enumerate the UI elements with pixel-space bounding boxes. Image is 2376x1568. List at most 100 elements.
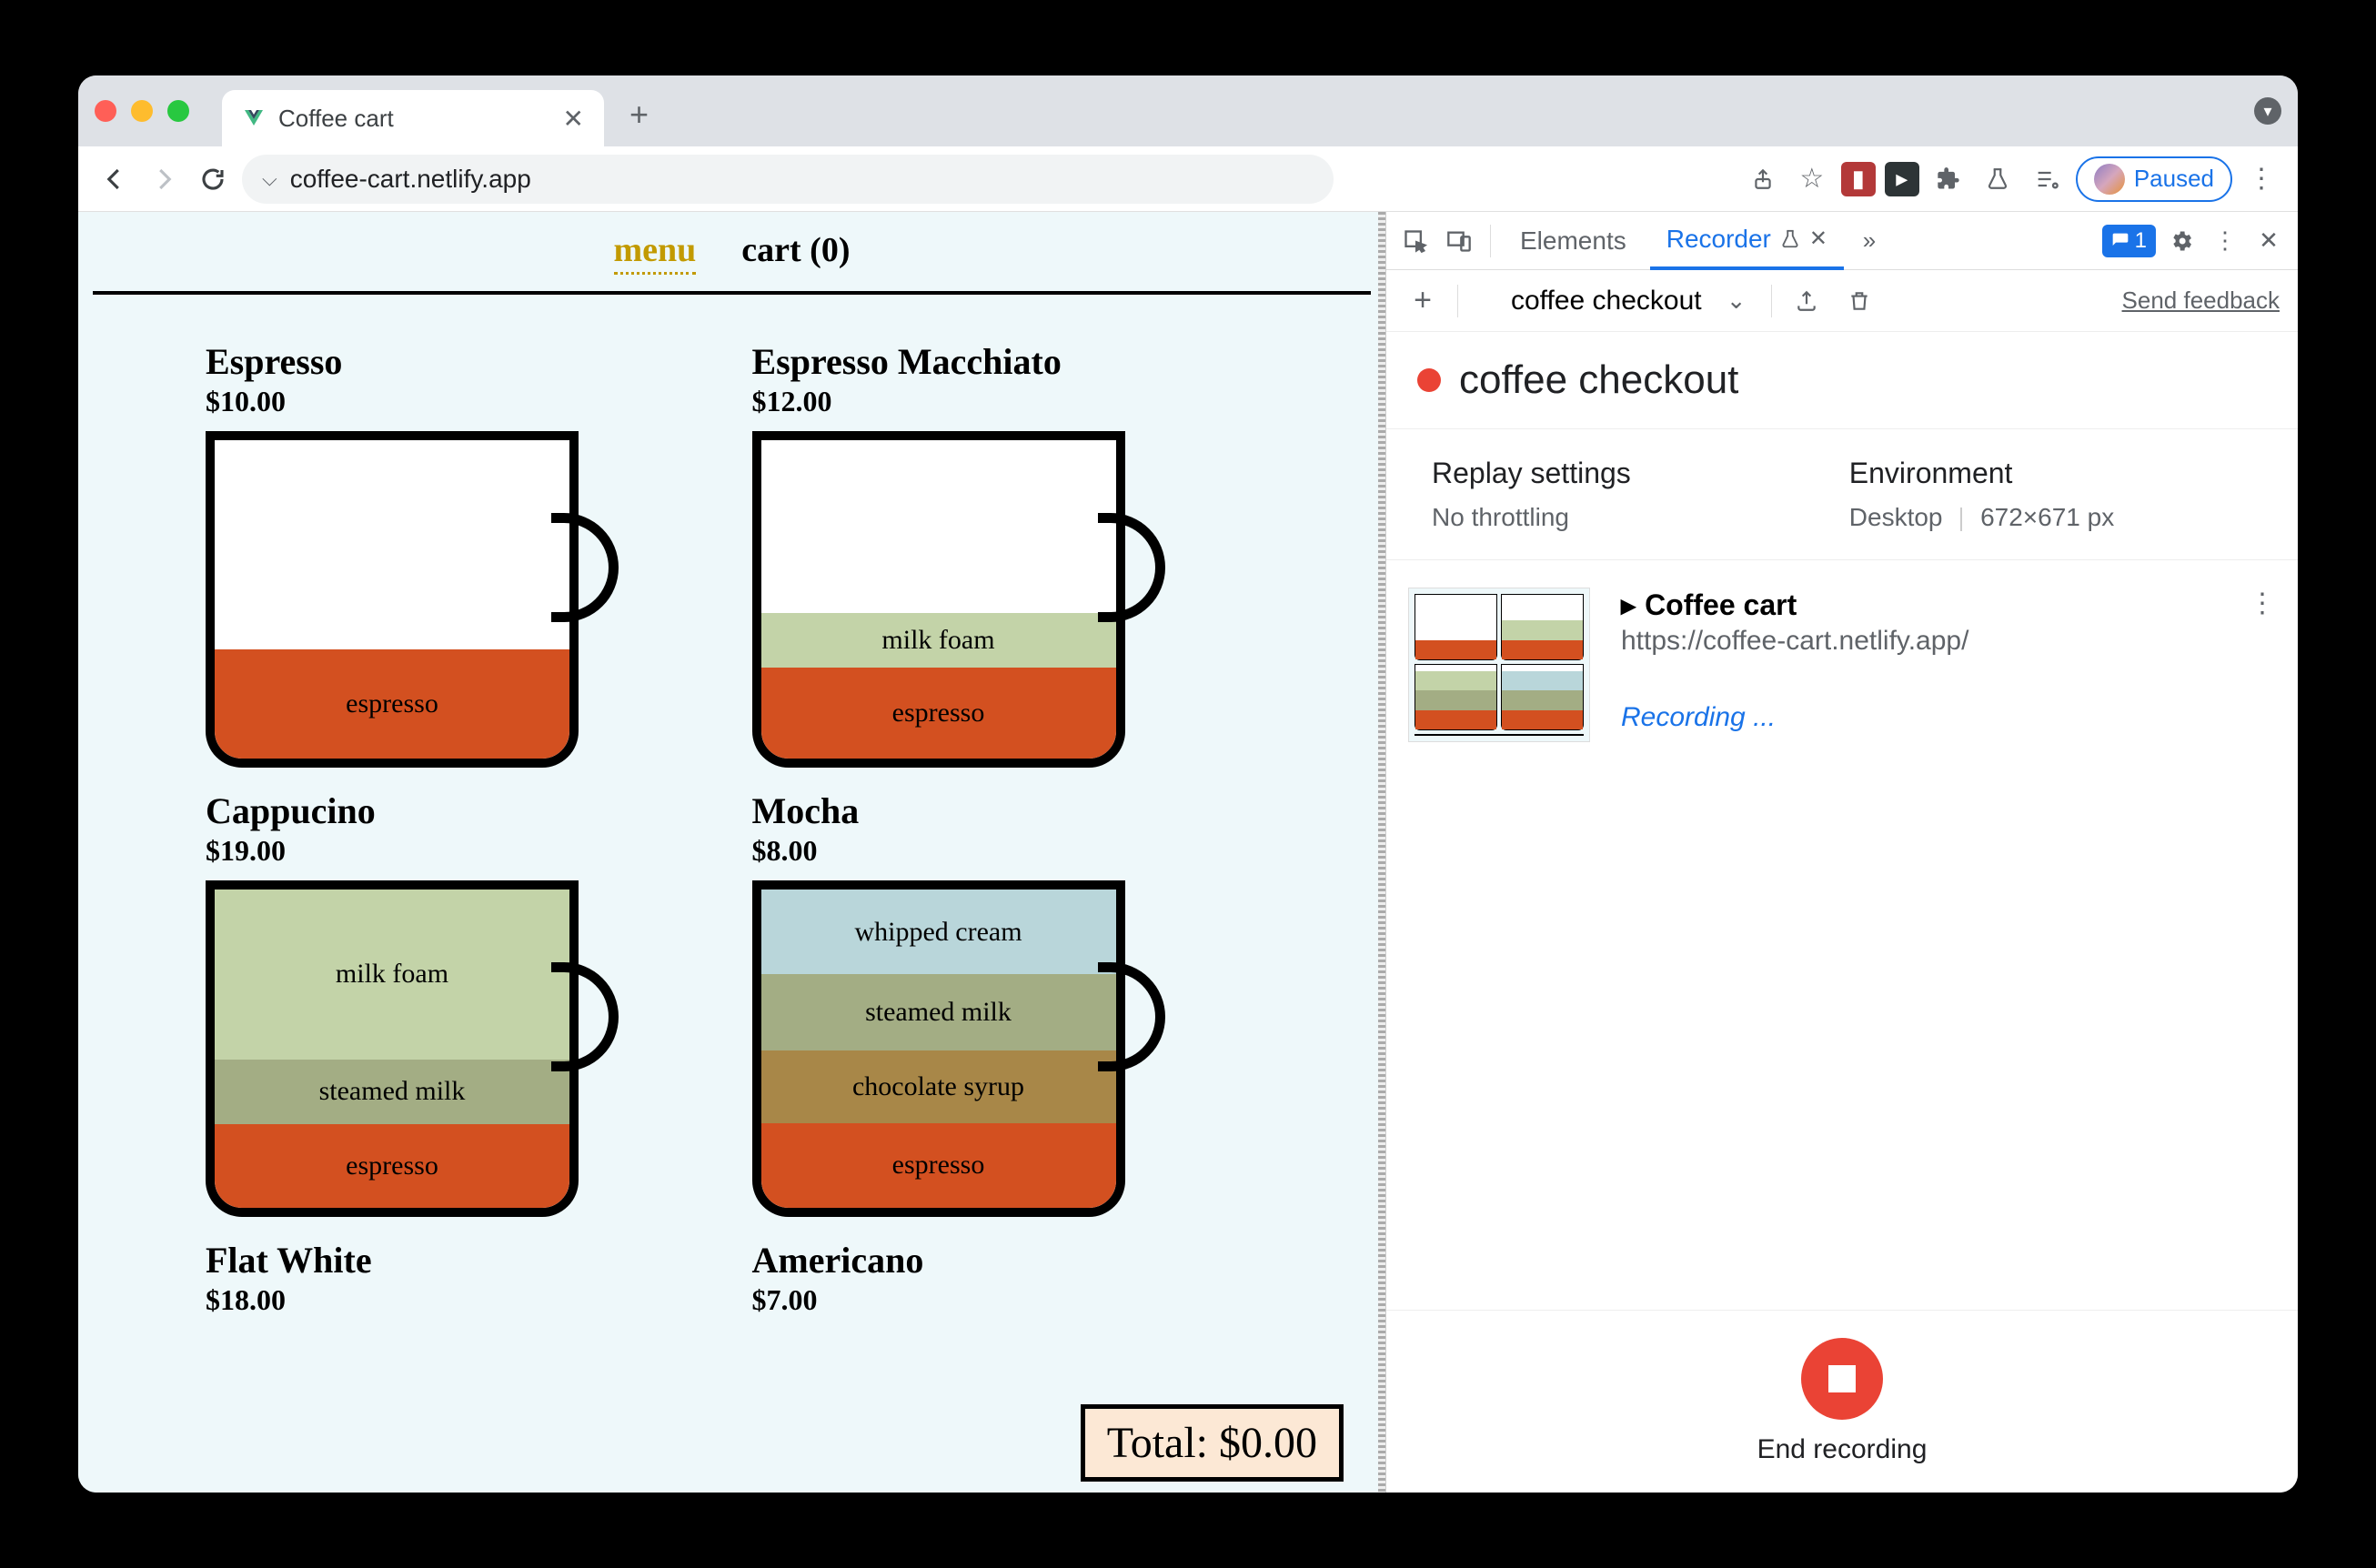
product-price: $8.00 — [752, 834, 1259, 868]
product-americano[interactable]: Americano$7.00 — [752, 1239, 1259, 1330]
product-name: Espresso Macchiato — [752, 340, 1259, 383]
step-item[interactable]: ▸ Coffee cart https://coffee-cart.netlif… — [1408, 588, 2276, 742]
delete-icon[interactable] — [1841, 283, 1878, 319]
reload-button[interactable] — [193, 159, 233, 199]
new-tab-button[interactable]: + — [629, 95, 649, 134]
environment-header[interactable]: Environment — [1849, 457, 2114, 490]
layer-espresso: espresso — [761, 1123, 1116, 1208]
device-toggle-icon[interactable] — [1441, 223, 1477, 259]
window-close-button[interactable] — [95, 100, 116, 122]
step-title-text: Coffee cart — [1645, 588, 1797, 622]
product-name: Mocha — [752, 789, 1259, 832]
browser-tab[interactable]: Coffee cart ✕ — [222, 90, 604, 146]
reading-list-icon[interactable] — [2027, 159, 2067, 199]
tab-title: Coffee cart — [278, 105, 394, 133]
product-mocha[interactable]: Mocha$8.00whipped creamsteamed milkchoco… — [752, 789, 1259, 1217]
layer-choco: chocolate syrup — [761, 1050, 1116, 1123]
cup-illustration: milk foamespresso — [752, 431, 1162, 768]
inspect-icon[interactable] — [1397, 223, 1434, 259]
nav-cart[interactable]: cart (0) — [741, 230, 850, 275]
end-recording-button[interactable] — [1801, 1338, 1883, 1420]
bookmark-icon[interactable]: ☆ — [1792, 159, 1832, 199]
product-espresso-macchiato[interactable]: Espresso Macchiato$12.00 milk foamespress… — [752, 340, 1259, 768]
page-nav: menu cart (0) — [93, 212, 1371, 295]
site-info-icon[interactable]: ⌵ — [262, 167, 277, 191]
forward-button[interactable] — [144, 159, 184, 199]
stop-icon — [1828, 1365, 1856, 1392]
tab-search-icon[interactable]: ▾ — [2254, 97, 2281, 125]
back-button[interactable] — [95, 159, 135, 199]
profile-chip[interactable]: Paused — [2076, 156, 2232, 202]
product-espresso[interactable]: Espresso$10.00 espresso — [206, 340, 712, 768]
tab-elements[interactable]: Elements — [1504, 214, 1643, 268]
steps-list: ▸ Coffee cart https://coffee-cart.netlif… — [1386, 560, 2298, 1310]
window-minimize-button[interactable] — [131, 100, 153, 122]
product-flat-white[interactable]: Flat White$18.00 — [206, 1239, 712, 1330]
extension1-icon[interactable]: ▮ — [1841, 162, 1876, 196]
product-price: $18.00 — [206, 1283, 712, 1317]
cup-illustration: espresso — [206, 431, 615, 768]
cup-illustration: milk foamsteamed milkespresso — [206, 880, 615, 1217]
layer-espresso: espresso — [761, 668, 1116, 759]
end-recording-label: End recording — [1757, 1434, 1928, 1465]
page-content: menu cart (0) Espresso$10.00espressoEspr… — [78, 212, 1385, 1493]
window-maximize-button[interactable] — [167, 100, 189, 122]
window-titlebar: Coffee cart ✕ + ▾ — [78, 75, 2298, 146]
product-name: Americano — [752, 1239, 1259, 1282]
product-price: $10.00 — [206, 385, 712, 418]
recording-title: coffee checkout — [1459, 357, 1738, 403]
environment-value: Desktop 672×671 px — [1849, 503, 2114, 532]
recorder-toolbar: + coffee checkout ⌄ Send feedback — [1386, 270, 2298, 332]
product-price: $7.00 — [752, 1283, 1259, 1317]
avatar-icon — [2094, 164, 2125, 195]
labs-icon[interactable] — [1978, 159, 2018, 199]
layer-steamed: steamed milk — [761, 974, 1116, 1050]
layer-milkfoam: milk foam — [761, 613, 1116, 668]
nav-menu[interactable]: menu — [614, 230, 697, 275]
devtools-menu-icon[interactable]: ⋮ — [2207, 223, 2243, 259]
vue-favicon-icon — [242, 106, 266, 130]
product-name: Flat White — [206, 1239, 712, 1282]
extensions-icon[interactable] — [1928, 159, 1968, 199]
tab-recorder[interactable]: Recorder ✕ — [1650, 212, 1844, 270]
record-indicator-icon — [1417, 368, 1441, 392]
flask-icon — [1780, 229, 1800, 249]
recorder-close-icon[interactable]: ✕ — [1809, 226, 1827, 252]
chevron-down-icon[interactable]: ⌄ — [1718, 283, 1755, 319]
product-price: $12.00 — [752, 385, 1259, 418]
more-tabs-icon[interactable]: » — [1851, 223, 1888, 259]
recording-status: Recording ... — [1621, 702, 2218, 733]
devtools-settings-icon[interactable] — [2163, 223, 2200, 259]
traffic-lights — [95, 100, 189, 122]
browser-toolbar: ⌵ coffee-cart.netlify.app ☆ ▮ ▸ Paused ⋮ — [78, 146, 2298, 212]
url-text: coffee-cart.netlify.app — [290, 165, 531, 194]
devtools-tabs: Elements Recorder ✕ » 1 ⋮ ✕ — [1386, 212, 2298, 270]
issues-badge[interactable]: 1 — [2102, 225, 2156, 257]
step-menu-icon[interactable]: ⋮ — [2249, 588, 2276, 619]
replay-throttling-value: No throttling — [1432, 503, 1631, 532]
product-cappucino[interactable]: Cappucino$19.00milk foamsteamed milkespr… — [206, 789, 712, 1217]
tab-close-icon[interactable]: ✕ — [563, 104, 584, 134]
chrome-menu-icon[interactable]: ⋮ — [2241, 159, 2281, 199]
browser-window: Coffee cart ✕ + ▾ ⌵ coffee-cart.netlify.… — [78, 75, 2298, 1493]
share-icon[interactable] — [1743, 159, 1783, 199]
extension2-icon[interactable]: ▸ — [1885, 162, 1919, 196]
layer-espresso: espresso — [215, 1124, 569, 1208]
devtools-close-icon[interactable]: ✕ — [2250, 223, 2287, 259]
new-recording-icon[interactable]: + — [1404, 283, 1441, 319]
address-bar[interactable]: ⌵ coffee-cart.netlify.app — [242, 155, 1334, 204]
product-price: $19.00 — [206, 834, 712, 868]
layer-steamed: steamed milk — [215, 1060, 569, 1124]
layer-milkfoam: milk foam — [215, 890, 569, 1060]
expand-icon[interactable]: ▸ — [1621, 588, 1636, 622]
product-name: Espresso — [206, 340, 712, 383]
recorder-footer: End recording — [1386, 1310, 2298, 1493]
step-url: https://coffee-cart.netlify.app/ — [1621, 626, 2218, 657]
total-box[interactable]: Total: $0.00 — [1081, 1404, 1344, 1482]
layer-espresso: espresso — [215, 649, 569, 759]
replay-settings-header[interactable]: Replay settings — [1432, 457, 1631, 490]
export-icon[interactable] — [1788, 283, 1825, 319]
recording-selector[interactable]: coffee checkout — [1511, 286, 1702, 317]
send-feedback-link[interactable]: Send feedback — [2122, 286, 2280, 315]
recording-header: coffee checkout — [1386, 332, 2298, 429]
